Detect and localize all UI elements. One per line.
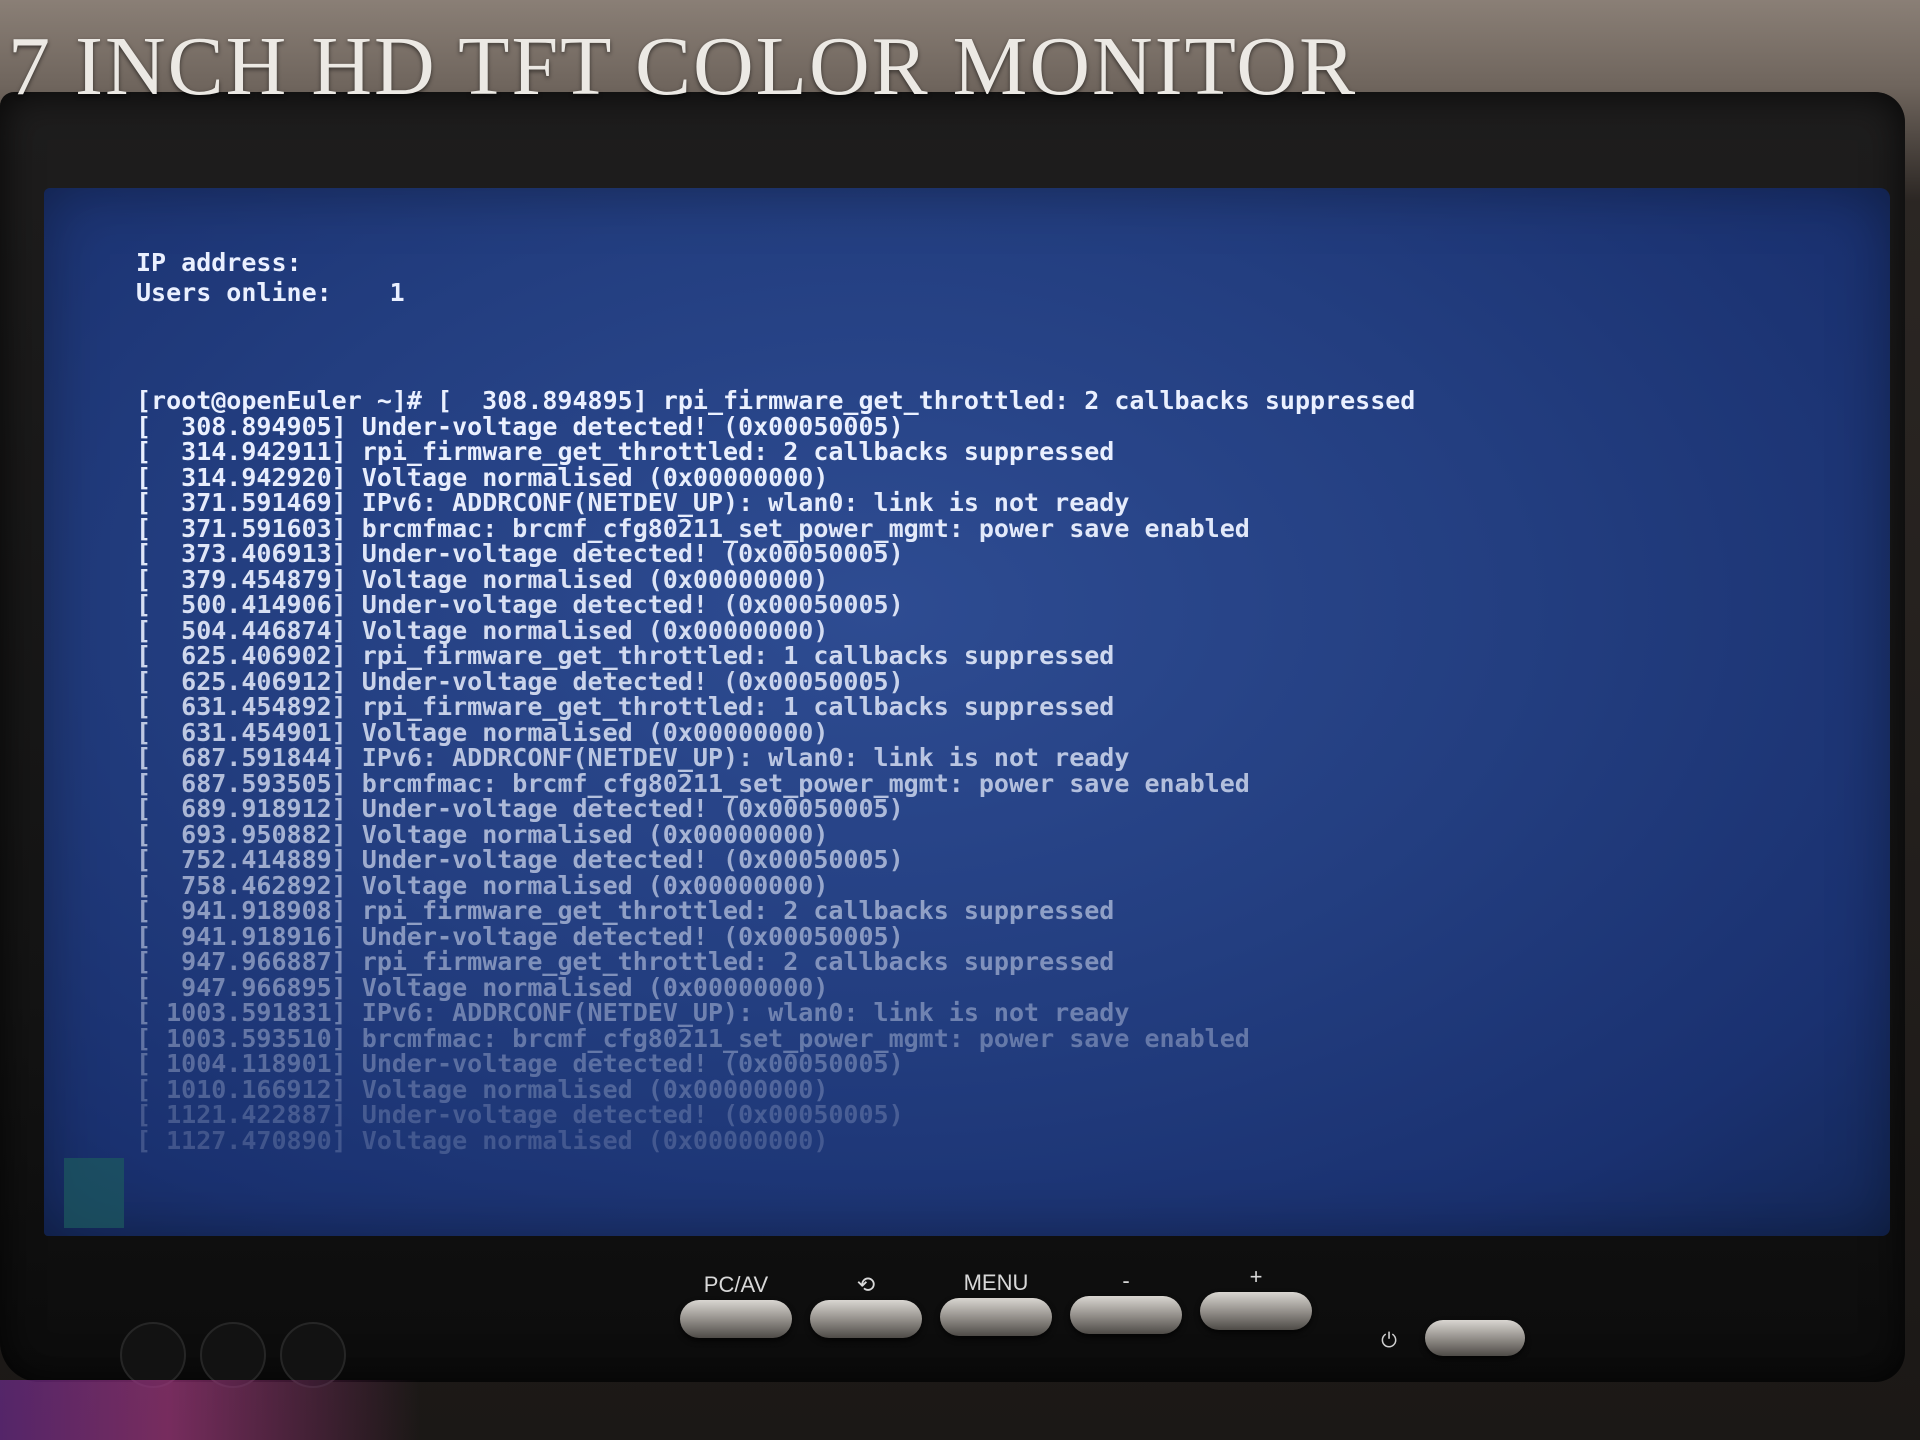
log-line: [ 371.591469] IPv6: ADDRCONF(NETDEV_UP):… <box>136 490 1850 516</box>
status-ip-address: IP address: <box>136 248 1850 278</box>
log-timestamp: [ 1127.470890] <box>136 1125 347 1155</box>
log-line: [ 941.918908] rpi_firmware_get_throttled… <box>136 898 1850 924</box>
log-line: [ 1003.593510] brcmfmac: brcmf_cfg80211_… <box>136 1025 1850 1052</box>
rotate-icon: ⟲ <box>856 1272 876 1297</box>
log-line: [ 687.593505] brcmfmac: brcmf_cfg80211_s… <box>136 770 1850 797</box>
speaker-grille <box>280 1322 346 1388</box>
log-line: [ 941.918916] Under-voltage detected! (0… <box>136 923 1850 950</box>
terminal-screen[interactable]: IP address: Users online: 1 [root@openEul… <box>44 188 1890 1236</box>
plus-button-group[interactable]: + <box>1200 1262 1312 1330</box>
log-line: [ 314.942920] Voltage normalised (0x0000… <box>136 464 1850 491</box>
menu-button-group[interactable]: MENU <box>940 1268 1052 1336</box>
menu-button[interactable] <box>940 1298 1052 1336</box>
status-users-online: Users online: 1 <box>136 278 1850 308</box>
log-message: Voltage normalised (0x00000000) <box>361 1125 829 1155</box>
plus-label: + <box>1249 1264 1263 1289</box>
log-line: [ 947.966887] rpi_firmware_get_throttled… <box>136 949 1850 975</box>
log-line: [ 373.406913] Under-voltage detected! (0… <box>136 541 1850 567</box>
terminal-cursor-block <box>64 1158 124 1228</box>
speaker-grille <box>120 1322 186 1388</box>
log-lines: [ 308.894905] Under-voltage detected! (0… <box>136 413 1850 1155</box>
log-line: [ 308.894905] Under-voltage detected! (0… <box>136 413 1850 440</box>
power-button[interactable] <box>1425 1320 1525 1356</box>
log-line: [ 1010.166912] Voltage normalised (0x000… <box>136 1076 1850 1103</box>
ambient-light <box>0 1380 420 1440</box>
kernel-log: [root@openEuler ~]# [ 308.894895] rpi_fi… <box>136 388 1850 1153</box>
log-line: [ 693.950882] Voltage normalised (0x0000… <box>136 821 1850 848</box>
log-line: [ 500.414906] Under-voltage detected! (0… <box>136 592 1850 618</box>
speaker-grille <box>200 1322 266 1388</box>
monitor-brand-title: 7 INCH HD TFT COLOR MONITOR <box>8 20 1358 113</box>
log-line: [ 687.591844] IPv6: ADDRCONF(NETDEV_UP):… <box>136 745 1850 771</box>
status-users-value: 1 <box>389 278 405 307</box>
log-line: [ 314.942911] rpi_firmware_get_throttled… <box>136 439 1850 465</box>
pc-av-button-group[interactable]: PC/AV <box>680 1270 792 1338</box>
log-line: [ 1004.118901] Under-voltage detected! (… <box>136 1051 1850 1077</box>
menu-label: MENU <box>963 1270 1029 1295</box>
log-line: [ 371.591603] brcmfmac: brcmf_cfg80211_s… <box>136 515 1850 542</box>
power-icon: ⏻ <box>1381 1330 1397 1352</box>
shell-prompt: [root@openEuler ~]# [ 308.894895] rpi_fi… <box>136 386 1416 415</box>
log-line: [ 689.918912] Under-voltage detected! (0… <box>136 796 1850 822</box>
minus-button[interactable] <box>1070 1296 1182 1334</box>
rotate-button[interactable] <box>810 1300 922 1338</box>
terminal-output: IP address: Users online: 1 [root@openEul… <box>136 248 1850 1153</box>
log-line: [ 504.446874] Voltage normalised (0x0000… <box>136 617 1850 644</box>
log-line: [ 631.454892] rpi_firmware_get_throttled… <box>136 694 1850 720</box>
log-line: [ 631.454901] Voltage normalised (0x0000… <box>136 719 1850 746</box>
log-line: [ 752.414889] Under-voltage detected! (0… <box>136 847 1850 873</box>
plus-button[interactable] <box>1200 1292 1312 1330</box>
log-line: [ 758.462892] Voltage normalised (0x0000… <box>136 872 1850 899</box>
status-users-label: Users online: <box>136 278 332 307</box>
log-line: [ 1127.470890] Voltage normalised (0x000… <box>136 1125 1850 1155</box>
log-line: [ 625.406912] Under-voltage detected! (0… <box>136 668 1850 695</box>
log-line: [ 379.454879] Voltage normalised (0x0000… <box>136 566 1850 593</box>
monitor-control-panel: PC/AV ⟲ MENU - + <box>660 1264 1560 1380</box>
rotate-button-group[interactable]: ⟲ <box>810 1270 922 1338</box>
minus-button-group[interactable]: - <box>1070 1266 1182 1334</box>
status-ip-label: IP address: <box>136 248 302 277</box>
log-line: [ 947.966895] Voltage normalised (0x0000… <box>136 974 1850 1001</box>
pc-av-label: PC/AV <box>703 1272 769 1297</box>
log-line: [ 1121.422887] Under-voltage detected! (… <box>136 1102 1850 1128</box>
pc-av-button[interactable] <box>680 1300 792 1338</box>
minus-label: - <box>1122 1268 1130 1293</box>
log-line: [ 625.406902] rpi_firmware_get_throttled… <box>136 643 1850 669</box>
log-line: [ 1003.591831] IPv6: ADDRCONF(NETDEV_UP)… <box>136 1000 1850 1026</box>
